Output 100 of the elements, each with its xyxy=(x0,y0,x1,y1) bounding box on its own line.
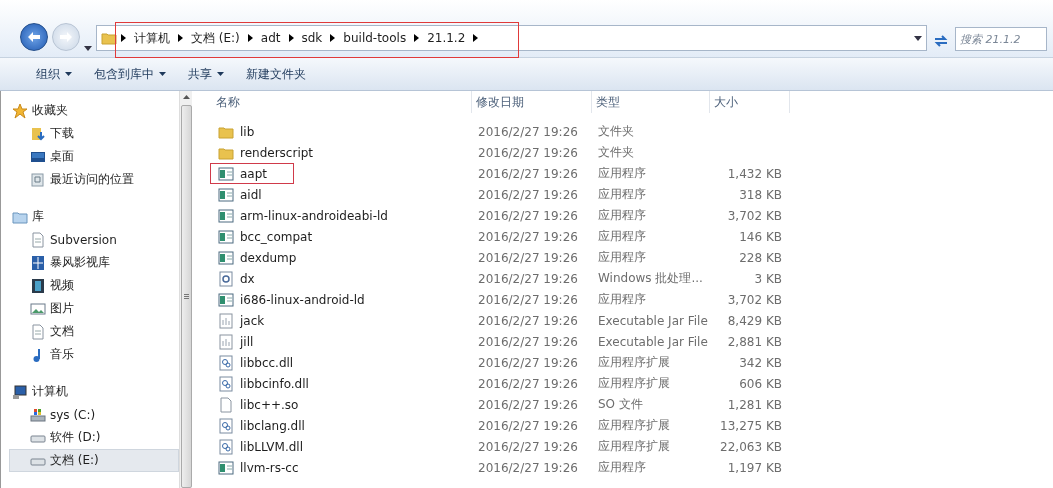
file-name-text: renderscript xyxy=(240,145,314,160)
sidebar-heading[interactable]: 收藏夹 xyxy=(32,102,68,119)
sidebar-item-icon xyxy=(30,254,46,271)
table-cell-text: 2016/2/27 19:26 xyxy=(477,123,579,141)
table-cell-text: 2016/2/27 19:26 xyxy=(477,270,579,288)
sidebar-heading[interactable]: 计算机 xyxy=(32,383,68,400)
file-icon xyxy=(218,249,234,266)
sidebar-item[interactable]: 最近访问的位置 xyxy=(9,168,179,191)
file-name-text: aidl xyxy=(240,187,262,202)
address-bar[interactable]: 计算机 文档 (E:) adt sdk build-tools 21.1.2 xyxy=(96,25,927,51)
file-name[interactable]: renderscript xyxy=(212,142,472,163)
table-cell-text: 3,702 KB xyxy=(726,207,783,225)
breadcrumb[interactable]: 文档 (E:) xyxy=(187,29,244,47)
table-cell-text: 2016/2/27 19:26 xyxy=(477,291,579,309)
file-name-text: libbcinfo.dll xyxy=(240,376,309,391)
file-name[interactable]: lib xyxy=(212,121,472,142)
file-name[interactable]: jill xyxy=(212,331,472,352)
file-name-text: jack xyxy=(240,313,265,328)
table-cell-text: 文件夹 xyxy=(597,123,635,140)
table-cell-text: 应用程序扩展 xyxy=(597,438,671,455)
sidebar-item[interactable]: sys (C:) xyxy=(9,403,179,426)
column-header[interactable]: 大小 xyxy=(710,91,790,113)
sidebar-heading[interactable]: 库 xyxy=(32,208,44,225)
file-name[interactable]: aidl xyxy=(212,184,472,205)
sidebar-item[interactable]: 文档 (E:) xyxy=(9,449,179,472)
sidebar-item[interactable]: Subversion xyxy=(9,228,179,251)
breadcrumb[interactable]: build-tools xyxy=(339,31,411,45)
file-name[interactable]: libbcc.dll xyxy=(212,352,472,373)
file-name-text: i686-linux-android-ld xyxy=(240,292,365,307)
file-name-text: dexdump xyxy=(240,250,297,265)
breadcrumb-arrow-icon[interactable] xyxy=(247,34,253,42)
sidebar-item[interactable]: 视频 xyxy=(9,274,179,297)
toolbar-button[interactable]: 组织 xyxy=(28,61,80,87)
back-button[interactable] xyxy=(20,23,48,51)
table-cell-text: 13,275 KB xyxy=(719,417,783,435)
file-name[interactable]: dexdump xyxy=(212,247,472,268)
file-name-text: lib xyxy=(240,124,255,139)
file-icon xyxy=(218,354,234,371)
file-name-text: libclang.dll xyxy=(240,418,305,433)
breadcrumb[interactable]: 计算机 xyxy=(130,29,174,47)
toolbar-button[interactable]: 共享 xyxy=(180,61,232,87)
table-cell-text: 606 KB xyxy=(738,375,783,393)
breadcrumb-arrow-icon[interactable] xyxy=(414,34,420,42)
breadcrumb-arrow-icon[interactable] xyxy=(288,34,294,42)
breadcrumb-arrow-icon[interactable] xyxy=(178,34,183,42)
sidebar-item[interactable]: 下载 xyxy=(9,122,179,145)
file-name[interactable]: libLLVM.dll xyxy=(212,436,472,457)
file-name[interactable]: libclang.dll xyxy=(212,415,472,436)
table-cell-text: 2016/2/27 19:26 xyxy=(477,249,579,267)
file-name[interactable]: arm-linux-androideabi-ld xyxy=(212,205,472,226)
table-cell-text: 应用程序 xyxy=(597,228,647,245)
breadcrumb[interactable]: sdk xyxy=(297,31,327,45)
sidebar-item[interactable]: 音乐 xyxy=(9,343,179,366)
table-cell-text: 1,432 KB xyxy=(726,165,783,183)
column-header[interactable]: 修改日期 xyxy=(472,91,592,113)
table-cell-text: 318 KB xyxy=(738,186,783,204)
file-name[interactable]: aapt xyxy=(212,163,472,184)
sidebar-item[interactable]: 暴风影视库 xyxy=(9,251,179,274)
file-icon xyxy=(218,438,234,455)
file-name[interactable]: bcc_compat xyxy=(212,226,472,247)
file-icon xyxy=(218,207,234,224)
file-name[interactable]: llvm-rs-cc xyxy=(212,457,472,478)
breadcrumb-arrow-icon[interactable] xyxy=(330,34,336,42)
table-cell-text: 文件夹 xyxy=(597,144,635,161)
breadcrumb[interactable]: adt xyxy=(256,31,285,45)
dropdown-caret-icon[interactable] xyxy=(914,35,922,41)
column-header[interactable]: 名称 xyxy=(212,91,472,113)
column-header[interactable]: 类型 xyxy=(592,91,710,113)
sidebar-item-icon xyxy=(30,300,46,317)
sidebar-item[interactable]: 图片 xyxy=(9,297,179,320)
search-field[interactable]: 搜索 21.1.2 xyxy=(955,27,1047,51)
breadcrumb-arrow-icon[interactable] xyxy=(121,34,126,42)
table-cell-text: 2,881 KB xyxy=(726,333,783,351)
file-name[interactable]: i686-linux-android-ld xyxy=(212,289,472,310)
table-cell-text: 2016/2/27 19:26 xyxy=(477,396,579,414)
sidebar-item[interactable]: 桌面 xyxy=(9,145,179,168)
sidebar-item[interactable]: 软件 (D:) xyxy=(9,426,179,449)
sidebar-group-icon xyxy=(12,102,28,119)
file-icon xyxy=(218,417,234,434)
breadcrumb-arrow-icon[interactable] xyxy=(473,34,479,42)
file-name[interactable]: jack xyxy=(212,310,472,331)
scroll-up-icon[interactable] xyxy=(182,95,190,99)
table-cell-text: 2016/2/27 19:26 xyxy=(477,375,579,393)
history-caret-icon[interactable] xyxy=(84,46,92,51)
table-cell-text: 应用程序 xyxy=(597,291,647,308)
table-cell-text: Windows 批处理... xyxy=(597,270,704,287)
file-icon xyxy=(218,270,234,287)
sidebar-item[interactable]: 文档 xyxy=(9,320,179,343)
table-cell-text: 2016/2/27 19:26 xyxy=(477,333,579,351)
table-cell-text: 228 KB xyxy=(738,249,783,267)
table-cell-text: 3,702 KB xyxy=(726,291,783,309)
toolbar-button[interactable]: 包含到库中 xyxy=(86,61,174,87)
sidebar-item-icon xyxy=(30,125,46,142)
file-name[interactable]: libbcinfo.dll xyxy=(212,373,472,394)
file-name-text: aapt xyxy=(240,166,268,181)
sidebar-item-icon xyxy=(30,171,46,188)
file-name[interactable]: dx xyxy=(212,268,472,289)
file-name[interactable]: libc++.so xyxy=(212,394,472,415)
toolbar-button[interactable]: 新建文件夹 xyxy=(238,61,314,87)
breadcrumb[interactable]: 21.1.2 xyxy=(423,31,470,45)
